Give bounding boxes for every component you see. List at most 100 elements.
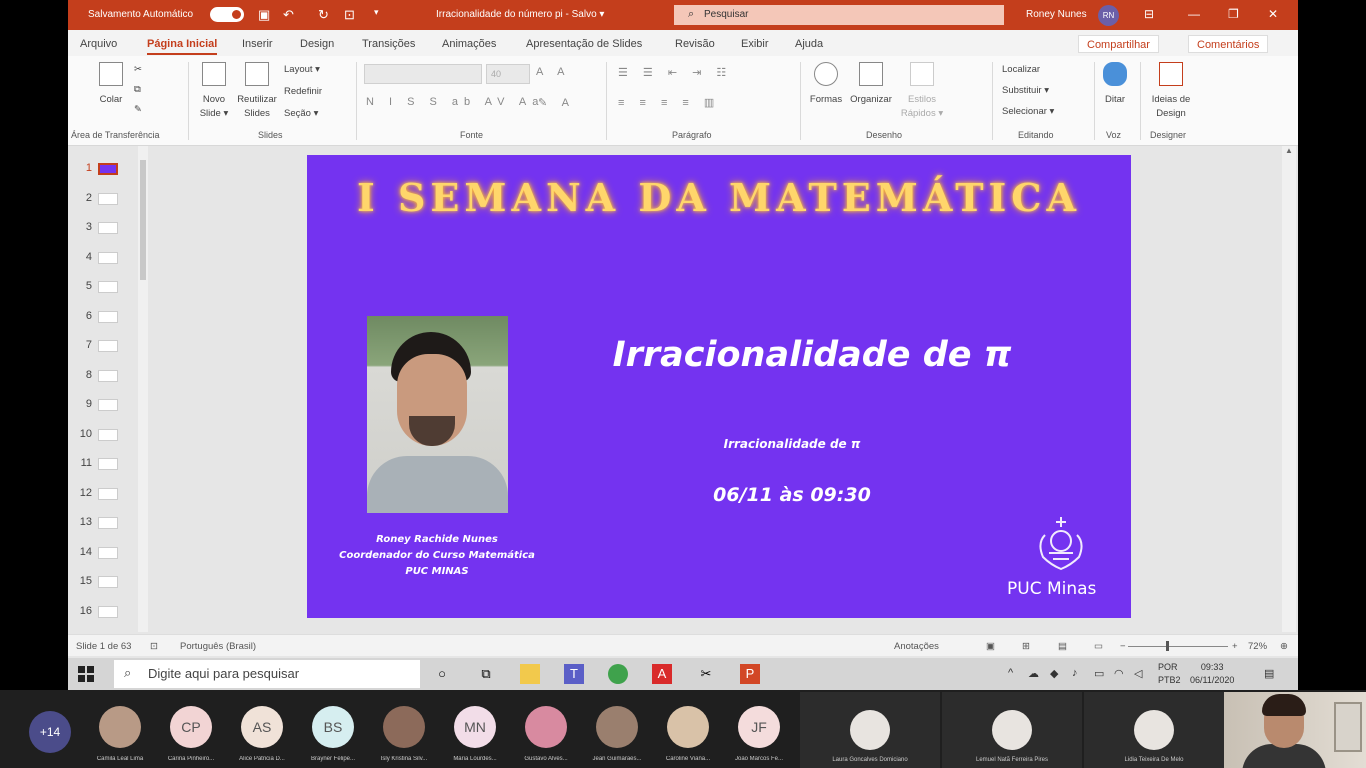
taskbar-clock[interactable]: 09:33 06/11/2020 [1190,661,1234,687]
participant-tile[interactable]: CP Carina Pinheiro... [161,706,221,762]
user-name[interactable]: Roney Nunes [1026,9,1087,20]
restore-icon[interactable]: ❐ [1228,7,1239,21]
participant-tile[interactable]: JF João Marcos Fe... [729,706,789,762]
sorter-view-icon[interactable]: ⊞ [1022,641,1030,652]
zoom-in-icon[interactable]: + [1232,641,1238,652]
participant-tile[interactable]: Jean Guimaraes... [587,706,647,762]
dropbox-icon[interactable]: ◆ [1050,667,1058,680]
powerpoint-icon[interactable]: P [740,664,760,684]
participant-tile[interactable]: Camila Leal Lima [90,706,150,762]
spellcheck-icon[interactable]: ⊡ [150,641,158,652]
font-size-buttons[interactable]: A A [536,66,571,78]
chrome-icon[interactable] [608,664,628,684]
search-input[interactable]: ⌕ Pesquisar [674,5,1004,25]
task-view-icon[interactable]: ⧉ [476,664,496,684]
slide-title[interactable]: I SEMANA DA MATEMÁTICA [307,175,1131,220]
tab-exibir[interactable]: Exibir [741,38,769,50]
zoom-slider-thumb[interactable] [1166,641,1169,651]
font-format-buttons[interactable]: N I S S ab AV Aa [366,96,544,108]
arrange-button[interactable]: Organizar [848,62,894,107]
zoom-level[interactable]: 72% [1248,641,1267,652]
share-button[interactable]: Compartilhar [1078,35,1159,53]
zoom-slider[interactable] [1128,646,1228,647]
cloud-icon[interactable]: ☁ [1028,667,1039,680]
snipping-tool-icon[interactable]: ✂ [696,664,716,684]
tab-animacoes[interactable]: Animações [442,38,496,50]
participant-video-tile[interactable]: Lemuel Natã Ferreira Pires [942,692,1082,768]
tab-transicoes[interactable]: Transições [362,38,415,50]
quick-styles-button[interactable]: Estilos Rápidos ▾ [898,62,946,121]
tab-arquivo[interactable]: Arquivo [80,38,117,50]
normal-view-icon[interactable]: ▣ [986,641,995,652]
participant-tile[interactable]: Isly Kristina Silv... [374,706,434,762]
align-buttons[interactable]: ≡ ≡ ≡ ≡ ▥ [618,96,720,109]
tab-apresentacao[interactable]: Apresentação de Slides [526,38,642,50]
undo-icon[interactable]: ↶ [283,7,294,23]
windows-start-icon[interactable] [78,666,94,682]
zoom-out-icon[interactable]: − [1120,641,1126,652]
microphone-icon[interactable]: ♪ [1072,667,1078,679]
participant-tile[interactable]: Gustavo Alves... [516,706,576,762]
minimize-icon[interactable]: — [1188,7,1200,21]
reading-view-icon[interactable]: ▤ [1058,641,1067,652]
language-indicator[interactable]: Português (Brasil) [180,641,256,652]
slide-canvas[interactable]: I SEMANA DA MATEMÁTICA Roney Rachide Nun… [307,155,1131,618]
cortana-icon[interactable]: ○ [432,664,452,684]
customize-icon[interactable]: ▾ [374,7,379,18]
copy-icon[interactable]: ⧉ [134,84,141,95]
tab-inserir[interactable]: Inserir [242,38,273,50]
talk-subtitle[interactable]: Irracionalidade de π [647,437,937,451]
slideshow-view-icon[interactable]: ▭ [1094,641,1103,652]
format-painter-icon[interactable]: ✎ [134,104,142,115]
cut-icon[interactable]: ✂ [134,64,142,75]
present-icon[interactable]: ⊡ [344,7,355,23]
comments-button[interactable]: Comentários [1188,35,1269,53]
tab-pagina-inicial[interactable]: Página Inicial [147,38,218,55]
participant-tile[interactable]: MN Maria Lourdes... [445,706,505,762]
slide-scrollbar[interactable]: ▲ [1282,146,1296,632]
scrollbar-thumb[interactable] [140,160,146,280]
autosave-toggle[interactable] [210,7,244,22]
presenter-photo[interactable] [367,316,508,513]
ribbon-display-icon[interactable]: ⊟ [1144,7,1154,21]
battery-icon[interactable]: ▭ [1094,667,1104,680]
tab-design[interactable]: Design [300,38,334,50]
reuse-slides-button[interactable]: Reutilizar Slides [234,62,280,121]
dictate-button[interactable]: Ditar [1098,62,1132,107]
notes-button[interactable]: Anotações [894,641,939,652]
more-participants-badge[interactable]: +14 [29,711,71,753]
acrobat-icon[interactable]: A [652,664,672,684]
teams-icon[interactable]: T [564,664,584,684]
save-icon[interactable]: ▣ [258,7,270,23]
document-title[interactable]: Irracionalidade do número pi - Salvo ▾ [436,9,604,20]
avatar[interactable]: RN [1098,5,1119,26]
layout-button[interactable]: Layout ▾ [284,64,320,75]
font-size-select[interactable]: 40 [486,64,530,84]
self-video-preview[interactable] [1224,692,1366,768]
design-ideas-button[interactable]: Ideias de Design [1146,62,1196,121]
paste-button[interactable]: Colar [94,62,128,107]
talk-title[interactable]: Irracionalidade de π [547,335,1077,375]
select-button[interactable]: Selecionar ▾ [1002,106,1054,117]
replace-button[interactable]: Substituir ▾ [1002,85,1049,96]
notifications-icon[interactable]: ▤ [1264,667,1274,680]
fit-slide-icon[interactable]: ⊕ [1280,641,1288,652]
participant-video-tile[interactable]: Lidia Teixeira De Melo [1084,692,1224,768]
tab-ajuda[interactable]: Ajuda [795,38,823,50]
close-icon[interactable]: ✕ [1268,7,1278,21]
redo-icon[interactable]: ↻ [318,7,329,23]
wifi-icon[interactable]: ◠ [1114,667,1124,680]
thumbnail-scrollbar[interactable] [138,146,148,632]
shapes-button[interactable]: Formas [806,62,846,107]
list-buttons[interactable]: ☰ ☰ ⇤ ⇥ ☷ [618,66,732,79]
tray-chevron-icon[interactable]: ^ [1008,667,1013,679]
tab-revisao[interactable]: Revisão [675,38,715,50]
talk-datetime[interactable]: 06/11 às 09:30 [647,484,937,506]
participant-tile[interactable]: AS Alice Patricia D... [232,706,292,762]
find-button[interactable]: Localizar [1002,64,1040,75]
new-slide-button[interactable]: Novo Slide ▾ [194,62,234,121]
participant-tile[interactable]: BS Brayner Felipe... [303,706,363,762]
presenter-caption[interactable]: Roney Rachide Nunes Coordenador do Curso… [327,532,547,580]
file-explorer-icon[interactable] [520,664,540,684]
participant-tile[interactable]: Caroline Viana... [658,706,718,762]
